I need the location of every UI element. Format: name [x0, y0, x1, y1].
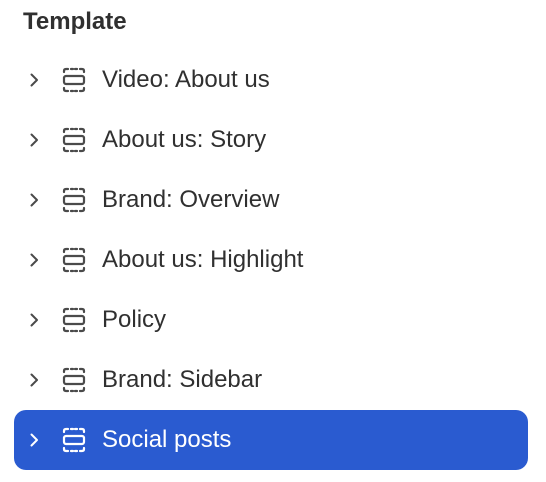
chevron-right-icon[interactable] [26, 252, 42, 268]
section-item-policy[interactable]: Policy [14, 290, 528, 350]
template-panel: Template Video: About us About us: Story… [0, 0, 546, 482]
section-icon [60, 66, 88, 94]
section-item-brand-sidebar[interactable]: Brand: Sidebar [14, 350, 528, 410]
section-list: Video: About us About us: Story Brand: O… [14, 50, 528, 470]
chevron-right-icon[interactable] [26, 432, 42, 448]
chevron-right-icon[interactable] [26, 72, 42, 88]
section-icon [60, 366, 88, 394]
section-item-label: Brand: Sidebar [102, 366, 263, 393]
panel-heading: Template [23, 8, 127, 35]
section-item-video-about-us[interactable]: Video: About us [14, 50, 528, 110]
section-icon [60, 126, 88, 154]
section-item-label: About us: Story [102, 126, 267, 153]
section-item-label: Policy [102, 306, 167, 333]
chevron-right-icon[interactable] [26, 132, 42, 148]
chevron-right-icon[interactable] [26, 372, 42, 388]
chevron-right-icon[interactable] [26, 192, 42, 208]
section-item-label: Brand: Overview [102, 186, 280, 213]
chevron-right-icon[interactable] [26, 312, 42, 328]
section-icon [60, 246, 88, 274]
section-icon [60, 306, 88, 334]
section-item-brand-overview[interactable]: Brand: Overview [14, 170, 528, 230]
section-icon [60, 426, 88, 454]
section-item-label: About us: Highlight [102, 246, 304, 273]
section-item-social-posts[interactable]: Social posts [14, 410, 528, 470]
section-icon [60, 186, 88, 214]
section-item-label: Video: About us [102, 66, 270, 93]
section-item-about-us-highlight[interactable]: About us: Highlight [14, 230, 528, 290]
section-item-label: Social posts [102, 426, 232, 453]
section-item-about-us-story[interactable]: About us: Story [14, 110, 528, 170]
